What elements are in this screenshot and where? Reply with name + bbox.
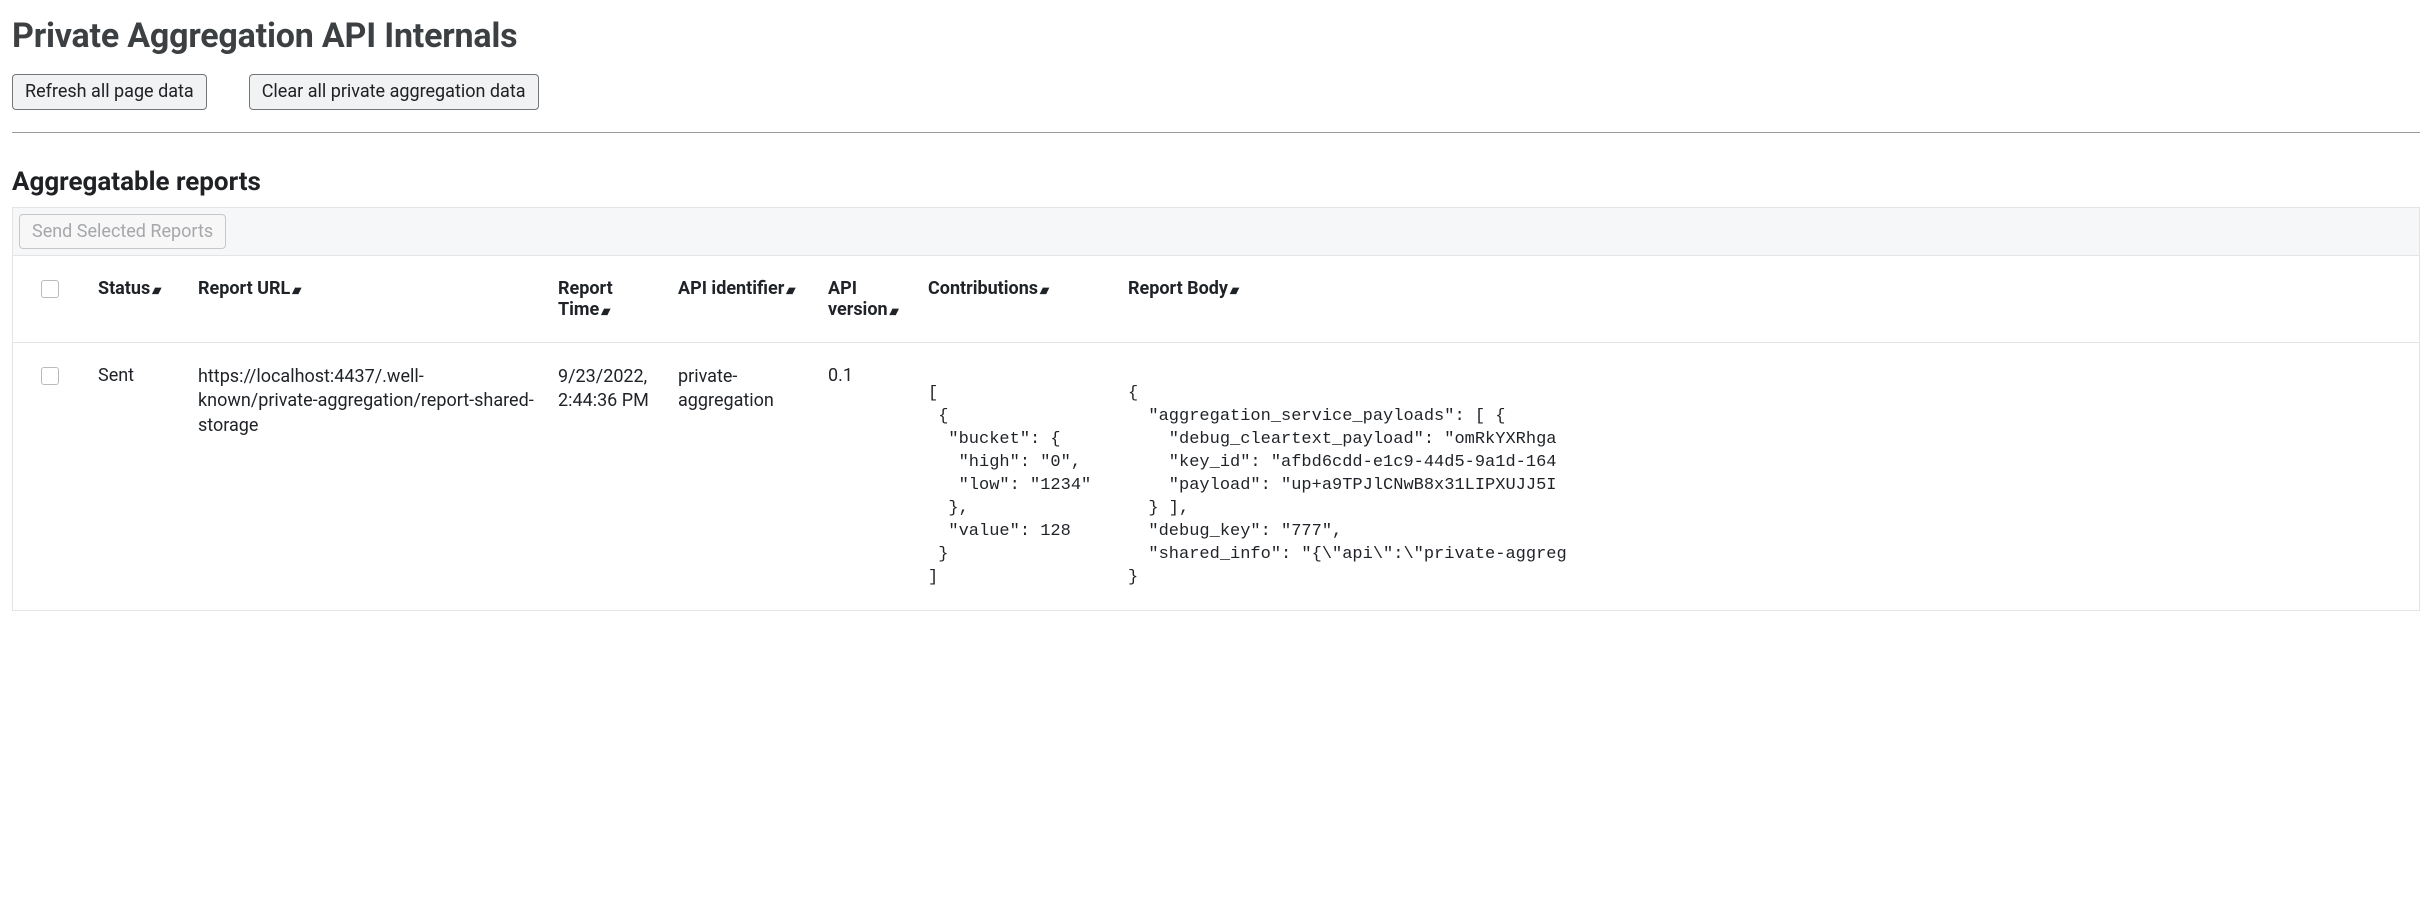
section-title-aggregatable-reports: Aggregatable reports [12, 167, 2420, 197]
cell-status: Sent [88, 343, 188, 600]
table-header-label: Contributions [928, 278, 1038, 299]
table-header-api-identifier[interactable]: API identifier▴▾ [668, 270, 818, 343]
contributions-json: [ { "bucket": { "high": "0", "low": "123… [928, 383, 1108, 589]
cell-report-body: { "aggregation_service_payloads": [ { "d… [1118, 343, 2419, 600]
table-header-report-url[interactable]: Report URL▴▾ [188, 270, 548, 343]
cell-api-identifier: private-aggregation [668, 343, 818, 600]
table-header-label: API identifier [678, 278, 784, 299]
reports-table: Status▴▾ Report URL▴▾ Report Time▴▾ API … [13, 270, 2419, 599]
sort-icon: ▴▾ [1230, 283, 1236, 297]
sort-icon: ▴▾ [292, 283, 298, 297]
table-header-label: API version [828, 278, 888, 320]
top-toolbar: Refresh all page data Clear all private … [12, 74, 2420, 110]
table-header-row: Status▴▾ Report URL▴▾ Report Time▴▾ API … [13, 270, 2419, 343]
sort-icon: ▴▾ [1040, 283, 1046, 297]
sort-icon: ▴▾ [152, 283, 158, 297]
table-header-report-time[interactable]: Report Time▴▾ [548, 270, 668, 343]
report-body-json: { "aggregation_service_payloads": [ { "d… [1128, 383, 2409, 589]
table-header-contributions[interactable]: Contributions▴▾ [918, 270, 1118, 343]
table-header-report-body[interactable]: Report Body▴▾ [1118, 270, 2419, 343]
row-select-checkbox[interactable] [41, 367, 59, 385]
send-selected-reports-button[interactable]: Send Selected Reports [19, 214, 226, 250]
table-header-label: Status [98, 278, 150, 299]
cell-report-time: 9/23/2022, 2:44:36 PM [548, 343, 668, 600]
sort-icon: ▴▾ [890, 304, 896, 318]
sort-icon: ▴▾ [786, 283, 792, 297]
reports-table-container: Status▴▾ Report URL▴▾ Report Time▴▾ API … [12, 256, 2420, 610]
table-header-label: Report Body [1128, 278, 1228, 299]
table-header-select-all [13, 270, 88, 343]
row-select-cell [13, 343, 88, 600]
table-header-status[interactable]: Status▴▾ [88, 270, 188, 343]
table-header-api-version[interactable]: API version▴▾ [818, 270, 918, 343]
cell-api-version: 0.1 [818, 343, 918, 600]
table-row: Sent https://localhost:4437/.well-known/… [13, 343, 2419, 600]
page-title: Private Aggregation API Internals [12, 16, 2420, 56]
select-all-checkbox[interactable] [41, 280, 59, 298]
table-header-label: Report URL [198, 278, 290, 299]
section-actions-bar: Send Selected Reports [12, 207, 2420, 257]
sort-icon: ▴▾ [601, 304, 607, 318]
cell-contributions: [ { "bucket": { "high": "0", "low": "123… [918, 343, 1118, 600]
cell-report-url: https://localhost:4437/.well-known/priva… [188, 343, 548, 600]
clear-data-button[interactable]: Clear all private aggregation data [249, 74, 539, 110]
refresh-button[interactable]: Refresh all page data [12, 74, 207, 110]
divider [12, 132, 2420, 133]
